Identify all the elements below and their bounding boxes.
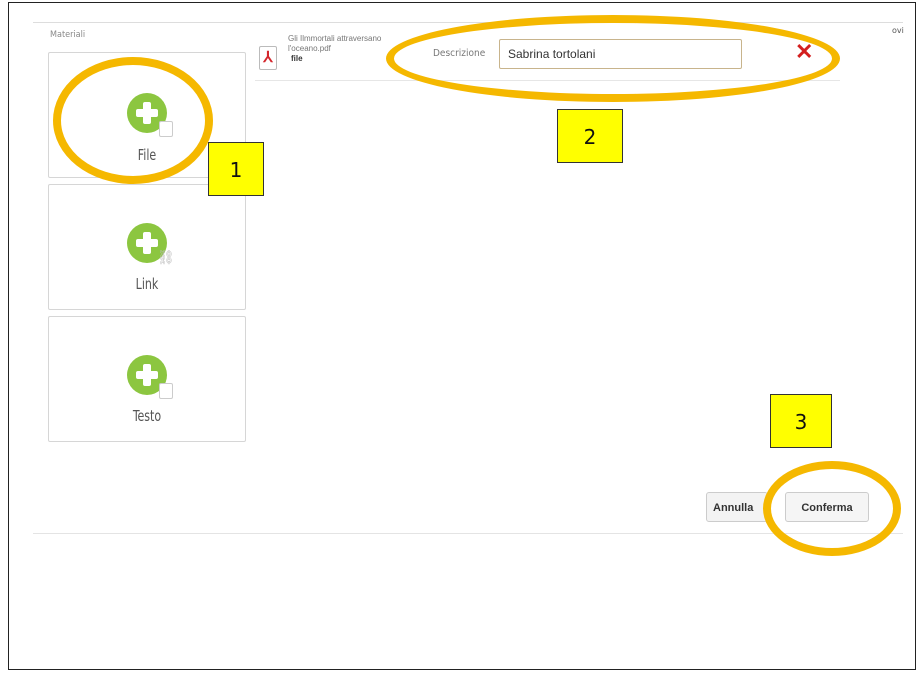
section-label: Materiali: [50, 30, 86, 40]
confirm-button[interactable]: Conferma: [785, 492, 869, 522]
file-badge-icon: [159, 121, 173, 137]
add-link-tile[interactable]: ⛓ Link: [48, 184, 246, 310]
callout-3: 3: [770, 394, 832, 448]
corner-text: ovi: [892, 26, 904, 35]
tile-label-text: Testo: [132, 407, 162, 425]
description-label: Descrizione: [433, 48, 486, 59]
callout-1: 1: [208, 142, 264, 196]
description-input[interactable]: [499, 39, 742, 69]
file-name: Gli Ilmmortali attraversano l'oceano.pdf: [288, 34, 382, 53]
pdf-icon: ⅄: [259, 46, 277, 70]
callout-2: 2: [557, 109, 623, 163]
file-item-row: ⅄ Gli Ilmmortali attraversano l'oceano.p…: [255, 32, 840, 81]
tile-label-link: Link: [135, 275, 159, 293]
add-text-tile[interactable]: Testo: [48, 316, 246, 442]
delete-file-icon[interactable]: ✕: [795, 40, 813, 64]
tile-label-file: File: [137, 146, 157, 164]
file-type: file: [291, 54, 303, 63]
text-badge-icon: [159, 383, 173, 399]
cancel-button[interactable]: Annulla: [706, 492, 768, 522]
link-badge-icon: ⛓: [157, 249, 175, 265]
